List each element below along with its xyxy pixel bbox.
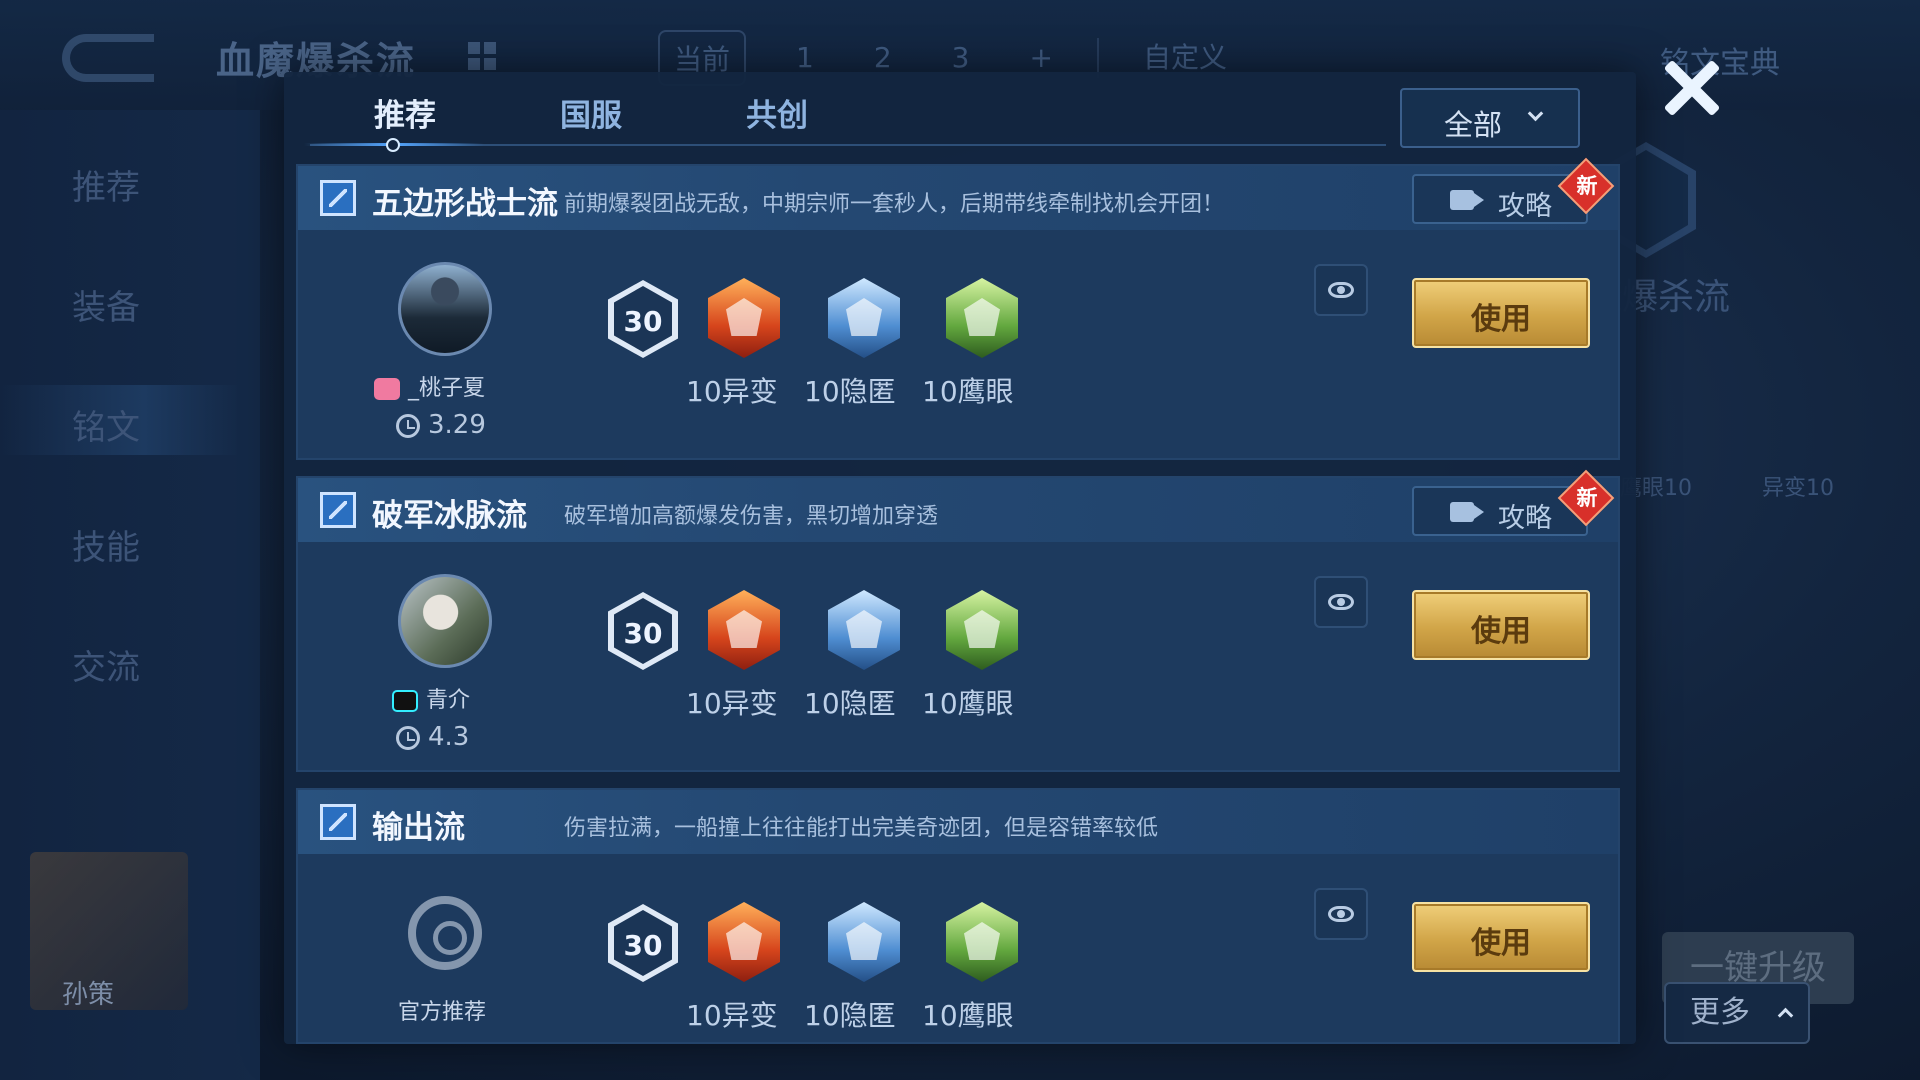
rune-level-hex: 30	[608, 904, 678, 982]
video-icon	[1450, 502, 1474, 522]
rune-level: 30	[623, 305, 663, 338]
preview-button[interactable]	[1314, 576, 1368, 628]
chevron-up-icon	[1777, 1007, 1794, 1024]
guide-label: 攻略	[1498, 191, 1552, 222]
author-name: 青介	[426, 688, 471, 713]
filter-dropdown[interactable]: 全部	[1400, 88, 1580, 148]
build-icon	[320, 492, 356, 528]
rune-build-card: 五边形战士流 前期爆裂团战无敌，中期宗师一套秒人，后期带线牵制找机会开团！ 攻略…	[296, 157, 1620, 460]
rune-build-card: 破军冰脉流 破军增加高额爆发伤害，黑切增加穿透 攻略 新 青介 4.3 30 1…	[296, 469, 1620, 772]
author-name: _桃子夏	[408, 376, 486, 401]
rune-stealth-icon[interactable]	[828, 590, 900, 670]
card-header: 五边形战士流 前期爆裂团战无敌，中期宗师一套秒人，后期带线牵制找机会开团！ 攻略…	[298, 157, 1618, 230]
rune-recommend-panel: 推荐 国服 共创 全部 五边形战士流 前期爆裂团战无敌，中期宗师一套秒人，后期带…	[284, 72, 1636, 1044]
rune-level: 30	[623, 929, 663, 962]
rune-hawkeye-icon[interactable]	[946, 590, 1018, 670]
sidebar-item-equipment[interactable]: 装备	[72, 280, 140, 329]
rune-level-inner: 30	[614, 286, 672, 352]
eye-pupil	[1337, 598, 1345, 606]
version-info: 3.29	[396, 410, 486, 440]
new-badge-text: 新	[1576, 486, 1598, 510]
card-header: 输出流 伤害拉满，一船撞上往往能打出完美奇迹团，但是容错率较低	[298, 790, 1618, 854]
use-label: 使用	[1471, 926, 1531, 961]
clock-icon	[396, 725, 420, 750]
close-icon[interactable]	[1654, 50, 1730, 126]
rune-hawkeye-icon[interactable]	[946, 278, 1018, 358]
rune-label: 10异变	[686, 375, 778, 408]
hero-name: 孙策	[62, 980, 115, 1010]
rune-mutation-icon[interactable]	[708, 902, 780, 982]
rune-mutation-icon[interactable]	[708, 590, 780, 670]
tab-active-indicator	[304, 136, 484, 154]
rune-stealth-icon[interactable]	[828, 278, 900, 358]
more-button[interactable]: 更多	[1664, 982, 1810, 1044]
preview-button[interactable]	[1314, 264, 1368, 316]
rune-stealth-icon[interactable]	[828, 902, 900, 982]
rune-label: 10鹰眼	[922, 687, 1014, 720]
grid-icon[interactable]	[468, 42, 496, 70]
eye-pupil	[1337, 910, 1345, 918]
background-rune-label: 异变10	[1762, 476, 1834, 501]
clock-icon	[396, 413, 420, 438]
rune-label: 10鹰眼	[922, 375, 1014, 408]
tab-national-server[interactable]: 国服	[560, 90, 622, 135]
tab-recommend[interactable]: 推荐	[374, 90, 436, 135]
use-label: 使用	[1471, 614, 1531, 649]
sidebar-item-community[interactable]: 交流	[72, 640, 140, 689]
eye-pupil	[1337, 286, 1345, 294]
tab-co-create[interactable]: 共创	[746, 90, 808, 135]
use-label: 使用	[1471, 302, 1531, 337]
preview-button[interactable]	[1314, 888, 1368, 940]
filter-label: 全部	[1444, 108, 1503, 142]
rune-mutation-icon[interactable]	[708, 278, 780, 358]
card-description: 破军增加高额爆发伤害，黑切增加穿透	[564, 504, 939, 529]
build-icon	[320, 804, 356, 840]
author-avatar[interactable]	[398, 574, 492, 668]
rune-label: 10隐匿	[804, 999, 896, 1032]
build-icon	[320, 180, 356, 216]
rune-label: 10异变	[686, 999, 778, 1032]
sidebar-item-skills[interactable]: 技能	[72, 520, 140, 569]
rune-level-hex: 30	[608, 280, 678, 358]
sidebar-item-recommend[interactable]: 推荐	[72, 160, 140, 209]
card-description: 前期爆裂团战无敌，中期宗师一套秒人，后期带线牵制找机会开团！	[564, 192, 1225, 217]
rune-hawkeye-icon[interactable]	[946, 902, 1018, 982]
video-icon	[1450, 190, 1474, 210]
author-avatar[interactable]	[398, 262, 492, 356]
new-badge-text: 新	[1576, 174, 1598, 198]
card-title: 五边形战士流	[372, 186, 558, 222]
more-label: 更多	[1690, 995, 1750, 1030]
chevron-down-icon	[1527, 105, 1544, 122]
rune-level-inner: 30	[614, 910, 672, 976]
rune-level-hex: 30	[608, 592, 678, 670]
guide-label: 攻略	[1498, 503, 1552, 534]
bilibili-icon	[374, 378, 400, 400]
rune-label: 10鹰眼	[922, 999, 1014, 1032]
version-label: 3.29	[428, 410, 486, 440]
rune-level: 30	[623, 617, 663, 650]
official-recommend-icon	[408, 896, 482, 970]
use-button[interactable]: 使用	[1412, 590, 1590, 660]
author-name: 官方推荐	[398, 1000, 487, 1025]
card-title: 破军冰脉流	[372, 498, 527, 534]
panel-tabs: 推荐 国服 共创	[284, 72, 1386, 152]
rune-label: 10异变	[686, 687, 778, 720]
rune-level-inner: 30	[614, 598, 672, 664]
sidebar-item-runes[interactable]: 铭文	[72, 400, 140, 449]
card-header: 破军冰脉流 破军增加高额爆发伤害，黑切增加穿透 攻略 新	[298, 469, 1618, 542]
back-icon[interactable]	[62, 34, 154, 82]
rune-label: 10隐匿	[804, 687, 896, 720]
card-title: 输出流	[372, 810, 465, 846]
douyin-icon	[392, 690, 418, 712]
use-button[interactable]: 使用	[1412, 902, 1590, 972]
version-info: 4.3	[396, 722, 469, 752]
version-label: 4.3	[428, 722, 470, 752]
rune-build-card: 输出流 伤害拉满，一船撞上往往能打出完美奇迹团，但是容错率较低 官方推荐 30 …	[296, 788, 1620, 1044]
author-info: _桃子夏	[374, 370, 485, 402]
author-info: 青介	[392, 682, 470, 714]
rune-label: 10隐匿	[804, 375, 896, 408]
use-button[interactable]: 使用	[1412, 278, 1590, 348]
card-description: 伤害拉满，一船撞上往往能打出完美奇迹团，但是容错率较低	[564, 816, 1159, 841]
